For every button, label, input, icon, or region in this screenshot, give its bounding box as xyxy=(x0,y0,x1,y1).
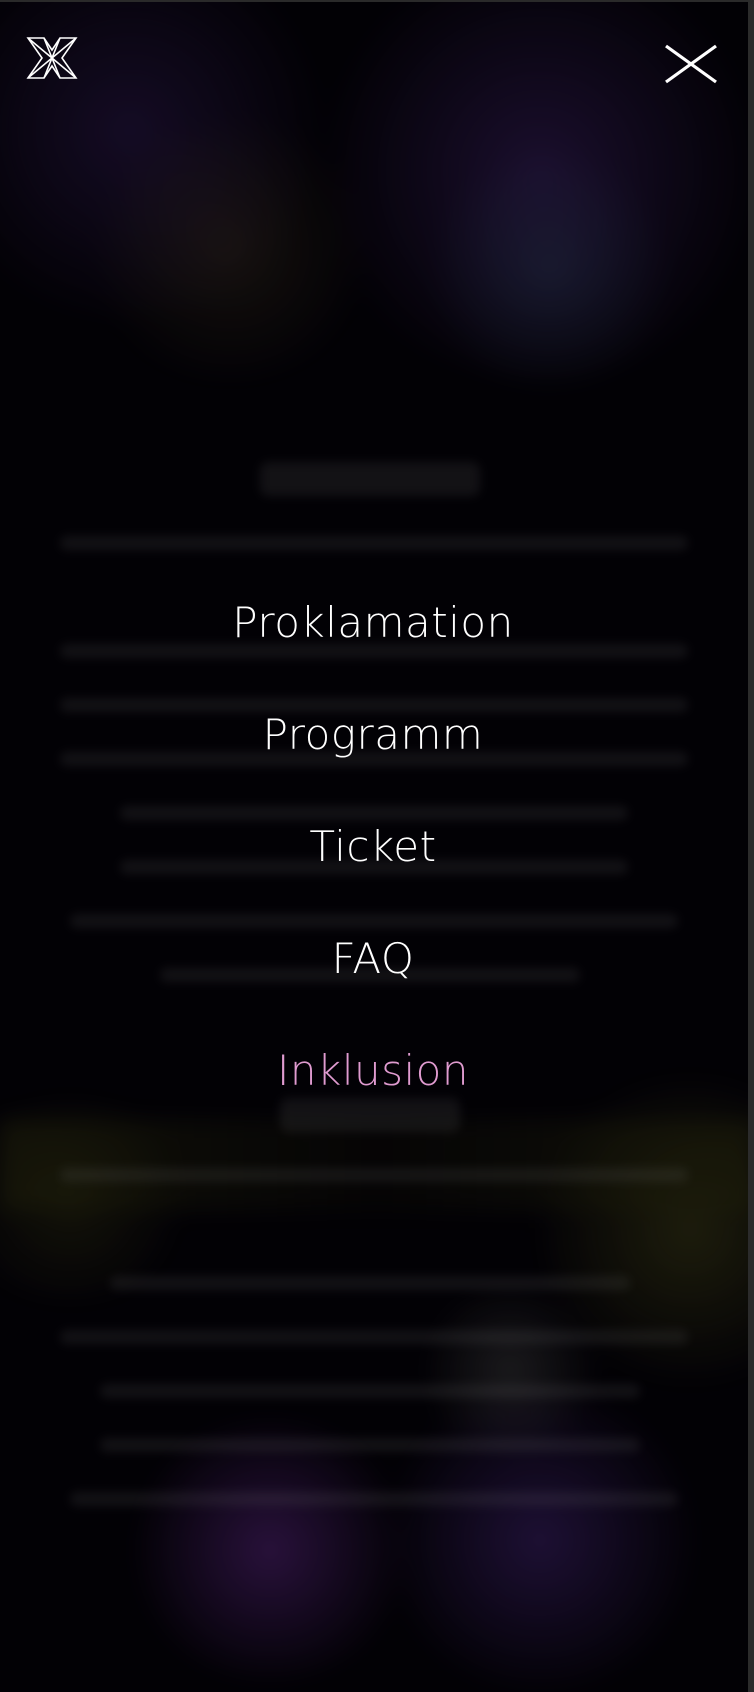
menu-overlay-page: Proklamation Programm Ticket FAQ Inklusi… xyxy=(0,0,754,1692)
scrollbar[interactable] xyxy=(748,0,754,1692)
main-navigation-menu: Proklamation Programm Ticket FAQ Inklusi… xyxy=(0,590,746,1150)
menu-link-programm[interactable]: Programm xyxy=(263,702,484,768)
top-border xyxy=(0,0,754,2)
menu-link-ticket[interactable]: Ticket xyxy=(309,814,436,880)
menu-link-faq[interactable]: FAQ xyxy=(332,926,415,992)
festival-x-logo-icon[interactable] xyxy=(26,36,78,80)
menu-item-programm: Programm xyxy=(0,702,746,814)
close-menu-button[interactable] xyxy=(662,42,720,86)
menu-link-proklamation[interactable]: Proklamation xyxy=(232,590,513,656)
menu-item-faq: FAQ xyxy=(0,926,746,1038)
menu-item-proklamation: Proklamation xyxy=(0,590,746,702)
menu-item-ticket: Ticket xyxy=(0,814,746,926)
close-icon xyxy=(662,44,720,89)
menu-item-inklusion: Inklusion xyxy=(0,1038,746,1150)
menu-link-inklusion-active[interactable]: Inklusion xyxy=(277,1038,469,1104)
